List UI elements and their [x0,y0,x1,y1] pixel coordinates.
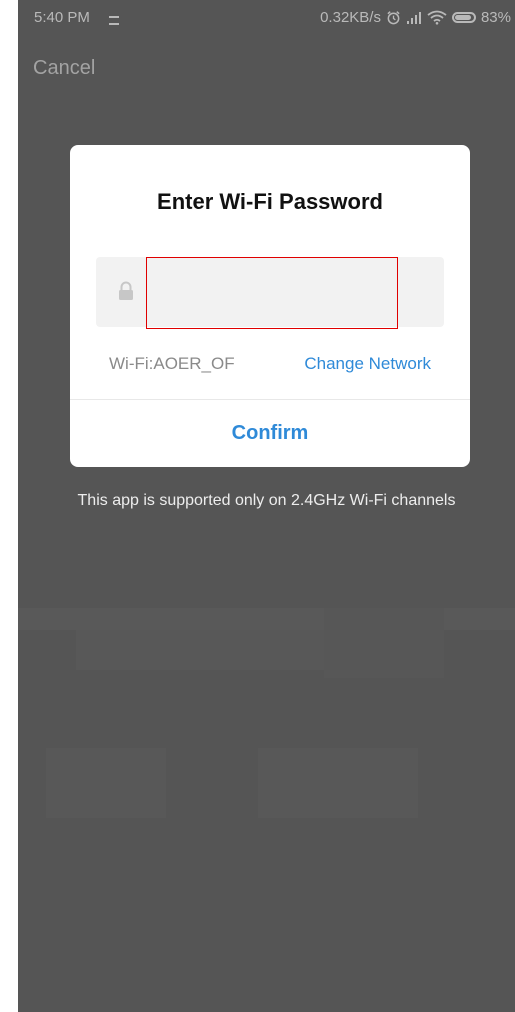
background-panel [76,630,324,670]
wifi-network-name: Wi-Fi:AOER_OF [109,354,235,373]
alarm-icon [386,10,401,25]
message-icon [109,16,119,25]
wifi-band-notice: This app is supported only on 2.4GHz Wi-… [77,492,456,509]
signal-icon [406,11,422,25]
app-screen: 5:40 PM 0.32KB/s 83% Cancel Enter Wi-Fi … [18,0,515,1012]
password-field[interactable] [96,257,444,329]
confirm-button[interactable]: Confirm [70,400,470,467]
change-network-link[interactable]: Change Network [304,354,431,374]
battery-icon [451,12,476,23]
background-panel [46,748,166,818]
password-input[interactable] [146,257,398,329]
network-speed: 0.32KB/s [320,9,381,26]
status-bar: 5:40 PM 0.32KB/s 83% [18,0,515,34]
background-panel [324,608,444,678]
battery-percent: 83% [480,9,511,26]
lock-icon [115,280,137,302]
wifi-icon [427,10,447,25]
status-right: 0.32KB/s 83% [320,9,511,26]
background-panel [258,748,418,818]
dialog-title: Enter Wi-Fi Password [157,189,383,214]
cancel-button[interactable]: Cancel [33,57,95,80]
status-time: 5:40 PM [34,9,90,26]
wifi-password-dialog: Enter Wi-Fi Password Wi-Fi:AOER_OF Chang… [70,145,470,467]
